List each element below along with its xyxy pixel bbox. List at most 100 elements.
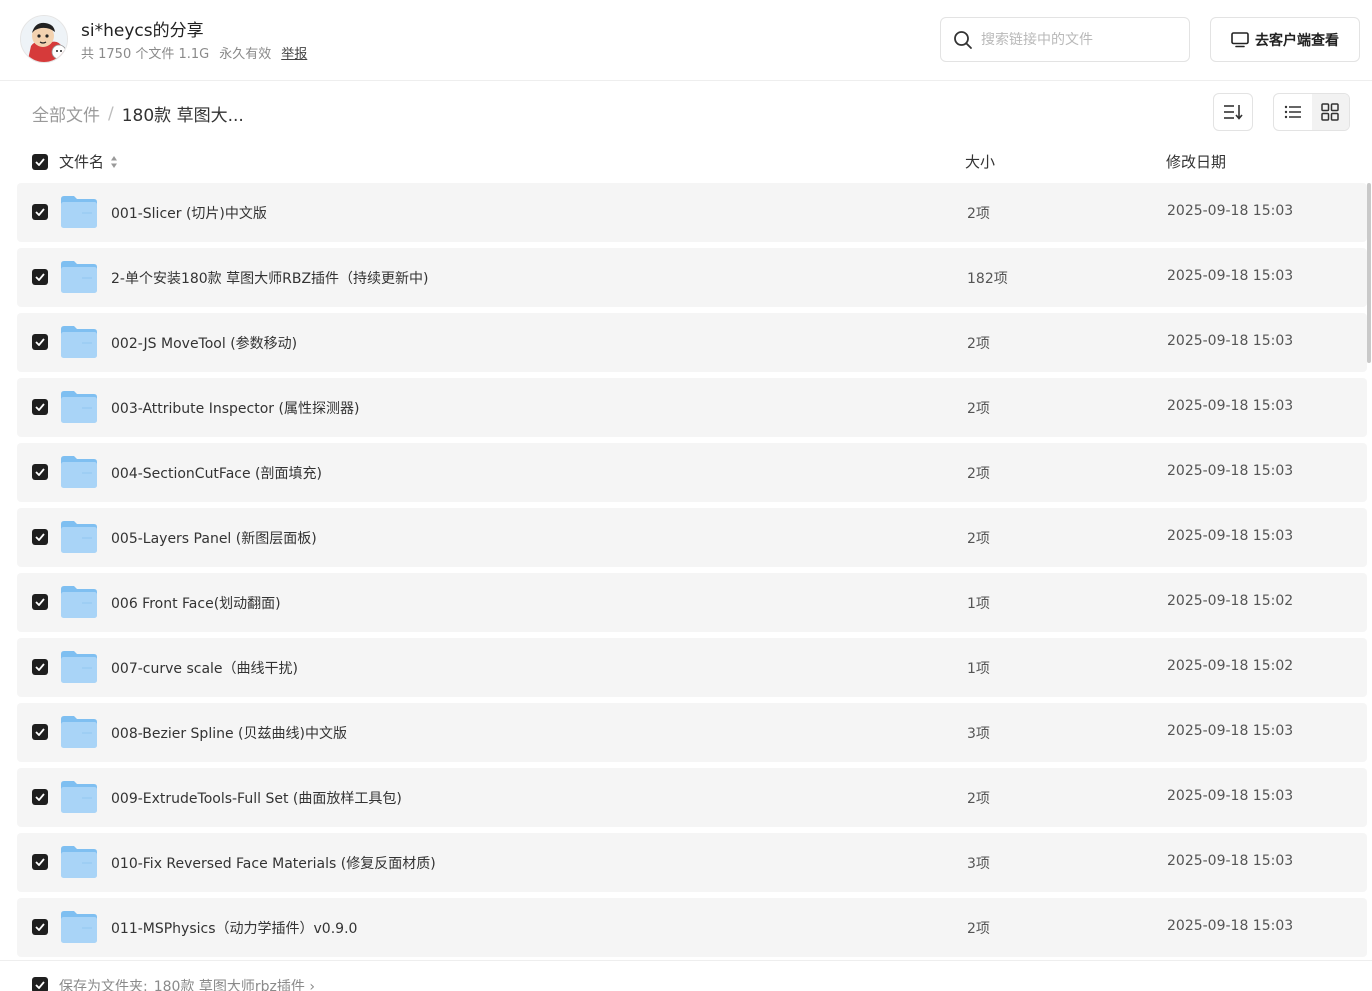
file-name[interactable]: 008-Bezier Spline (贝兹曲线)中文版 [111,723,347,743]
check-icon [35,663,45,671]
file-date: 2025-09-18 15:03 [1167,268,1294,284]
column-name-label: 文件名 [59,153,105,171]
check-icon [35,338,45,346]
table-row[interactable]: 005-Layers Panel (新图层面板) 2项 2025-09-18 1… [17,508,1367,567]
file-date: 2025-09-18 15:03 [1167,918,1294,934]
file-size: 1项 [967,661,990,677]
folder-icon [61,326,97,358]
save-folder-path[interactable]: 180款 草图大师rbz插件 › [154,976,315,991]
check-icon [35,533,45,541]
grid-view-button[interactable] [1311,94,1349,130]
file-size: 2项 [967,206,990,222]
row-checkbox[interactable] [32,464,48,480]
check-icon [35,793,45,801]
file-name[interactable]: 009-ExtrudeTools-Full Set (曲面放样工具包) [111,788,402,808]
file-date: 2025-09-18 15:03 [1167,528,1294,544]
file-date: 2025-09-18 15:03 [1167,203,1294,219]
avatar [20,15,68,63]
row-checkbox[interactable] [32,594,48,610]
breadcrumb-root[interactable]: 全部文件 [32,101,100,126]
row-checkbox[interactable] [32,854,48,870]
avatar-image-icon [21,16,67,62]
list-view-button[interactable] [1274,94,1312,130]
file-date: 2025-09-18 15:03 [1167,723,1294,739]
file-name[interactable]: 2-单个安装180款 草图大师RBZ插件（持续更新中) [111,268,429,288]
check-icon [35,158,45,166]
select-all-checkbox[interactable] [32,154,48,170]
save-as-folder-checkbox[interactable] [32,977,48,991]
file-size: 2项 [967,531,990,547]
row-checkbox[interactable] [32,204,48,220]
share-title: si*heycs的分享 [81,21,204,41]
check-icon [35,923,45,931]
file-size: 1项 [967,596,990,612]
file-name[interactable]: 005-Layers Panel (新图层面板) [111,528,317,548]
table-row[interactable]: 2-单个安装180款 草图大师RBZ插件（持续更新中) 182项 2025-09… [17,248,1367,307]
validity: 永久有效 [219,47,272,62]
folder-icon [61,846,97,878]
row-checkbox[interactable] [32,724,48,740]
file-date: 2025-09-18 15:03 [1167,398,1294,414]
file-date: 2025-09-18 15:03 [1167,788,1294,804]
file-name[interactable]: 006 Front Face(划动翻面) [111,593,281,613]
column-date-header: 修改日期 [1166,153,1227,171]
save-as-folder-label: 保存为文件夹: [59,979,148,991]
table-header: 文件名 大小 修改日期 [17,146,1367,178]
row-checkbox[interactable] [32,919,48,935]
file-name[interactable]: 001-Slicer (切片)中文版 [111,203,267,223]
table-row[interactable]: 007-curve scale（曲线干扰) 1项 2025-09-18 15:0… [17,638,1367,697]
row-checkbox[interactable] [32,334,48,350]
sort-button[interactable] [1213,93,1253,131]
breadcrumb-separator: / [108,103,114,124]
row-checkbox[interactable] [32,529,48,545]
table-row[interactable]: 008-Bezier Spline (贝兹曲线)中文版 3项 2025-09-1… [17,703,1367,762]
search-input[interactable] [981,31,1171,48]
folder-icon [61,521,97,553]
file-name[interactable]: 004-SectionCutFace (剖面填充) [111,463,322,483]
sort-arrows-icon [111,155,118,168]
table-row[interactable]: 003-Attribute Inspector (属性探测器) 2项 2025-… [17,378,1367,437]
file-name[interactable]: 011-MSPhysics（动力学插件）v0.9.0 [111,918,357,938]
folder-icon [61,196,97,228]
check-icon [35,403,45,411]
save-bar: 保存为文件夹: 180款 草图大师rbz插件 › [0,960,1372,991]
table-row[interactable]: 010-Fix Reversed Face Materials (修复反面材质)… [17,833,1367,892]
table-row[interactable]: 009-ExtrudeTools-Full Set (曲面放样工具包) 2项 2… [17,768,1367,827]
file-name[interactable]: 010-Fix Reversed Face Materials (修复反面材质) [111,853,436,873]
file-list: 001-Slicer (切片)中文版 2项 2025-09-18 15:03 2… [17,183,1367,963]
file-date: 2025-09-18 15:03 [1167,463,1294,479]
file-name[interactable]: 003-Attribute Inspector (属性探测器) [111,398,359,418]
search-box[interactable] [940,17,1190,62]
row-checkbox[interactable] [32,789,48,805]
open-in-client-label: 去客户端查看 [1255,32,1339,49]
breadcrumb-current: 180款 草图大... [121,106,244,126]
file-name[interactable]: 002-JS MoveTool (参数移动) [111,333,297,353]
table-row[interactable]: 004-SectionCutFace (剖面填充) 2项 2025-09-18 … [17,443,1367,502]
table-row[interactable]: 011-MSPhysics（动力学插件）v0.9.0 2项 2025-09-18… [17,898,1367,957]
check-icon [35,598,45,606]
file-size: 182项 [967,271,1008,287]
sort-icon [1224,105,1243,120]
file-count: 共 1750 个文件 1.1G [81,47,210,62]
row-checkbox[interactable] [32,659,48,675]
table-row[interactable]: 002-JS MoveTool (参数移动) 2项 2025-09-18 15:… [17,313,1367,372]
table-row[interactable]: 001-Slicer (切片)中文版 2项 2025-09-18 15:03 [17,183,1367,242]
share-header: si*heycs的分享 共 1750 个文件 1.1G 永久有效 举报 去客户端… [0,0,1372,81]
file-size: 2项 [967,466,990,482]
column-name-header[interactable]: 文件名 [59,151,118,172]
folder-icon [61,781,97,813]
row-checkbox[interactable] [32,269,48,285]
check-icon [35,981,45,989]
file-name[interactable]: 007-curve scale（曲线干扰) [111,658,298,678]
report-link[interactable]: 举报 [281,43,307,62]
table-row[interactable]: 006 Front Face(划动翻面) 1项 2025-09-18 15:02 [17,573,1367,632]
open-in-client-button[interactable]: 去客户端查看 [1210,17,1360,62]
file-date: 2025-09-18 15:03 [1167,333,1294,349]
scrollbar[interactable] [1367,183,1371,363]
grid-view-icon [1321,103,1339,121]
folder-icon [61,911,97,943]
list-view-icon [1284,105,1301,119]
row-checkbox[interactable] [32,399,48,415]
share-meta: 共 1750 个文件 1.1G 永久有效 举报 [81,43,307,62]
check-icon [35,858,45,866]
